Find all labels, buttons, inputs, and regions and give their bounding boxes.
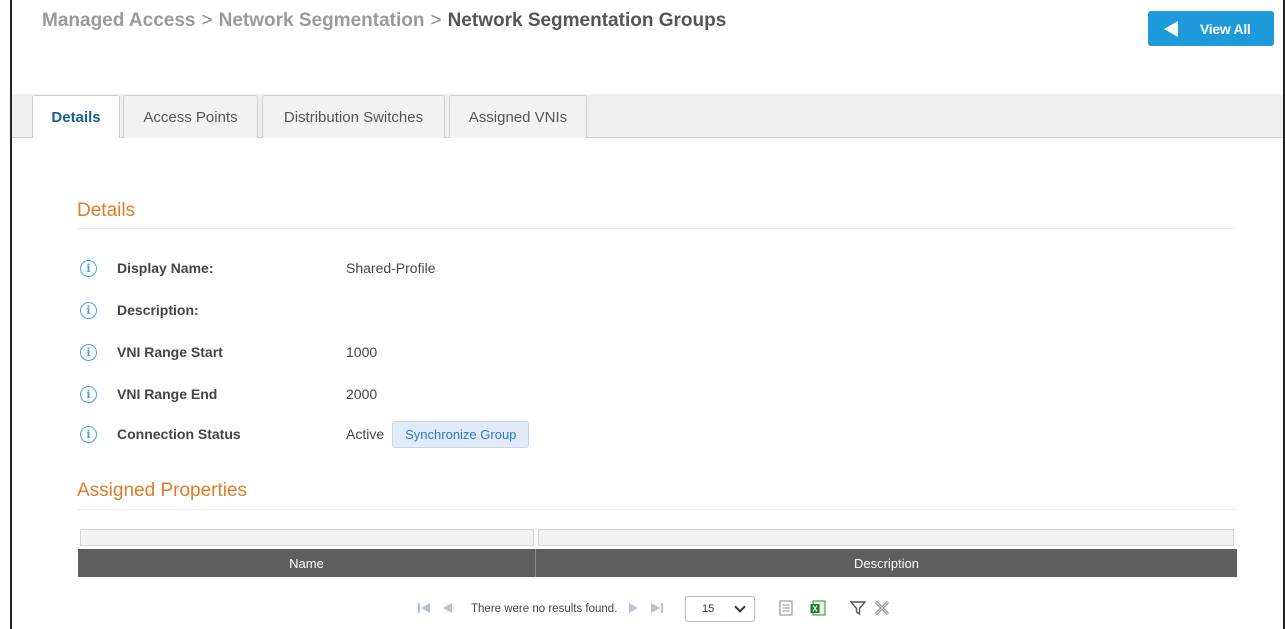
export-excel-icon[interactable]: X — [810, 600, 826, 616]
details-section-title: Details — [77, 200, 136, 221]
main-panel: Managed Access > Network Segmentation > Netw… — [10, 0, 1285, 629]
assigned-properties-title: Assigned Properties — [77, 480, 248, 501]
connection-status-value: Active — [346, 426, 385, 442]
tab-details[interactable]: Details — [32, 95, 120, 139]
field-label: Connection Status — [117, 426, 241, 442]
export-document-icon[interactable] — [779, 600, 793, 616]
breadcrumb-network-segmentation[interactable]: Network Segmentation — [219, 10, 425, 31]
view-all-button[interactable]: View All — [1148, 11, 1274, 46]
info-icon[interactable]: i — [80, 259, 97, 277]
tab-access-points[interactable]: Access Points — [123, 95, 258, 138]
field-vni-range-start: i VNI Range Start 1000 — [80, 342, 377, 362]
field-connection-status: i Connection Status Active Synchronize G… — [80, 420, 530, 448]
field-value-wrap: Active Synchronize Group — [346, 420, 530, 448]
view-all-label: View All — [1200, 20, 1251, 37]
previous-page-icon[interactable] — [440, 601, 454, 615]
next-page-icon[interactable] — [627, 601, 641, 615]
first-page-icon[interactable] — [417, 601, 431, 615]
field-label: Description: — [117, 302, 199, 318]
field-value: 2000 — [346, 386, 378, 402]
back-arrow-icon — [1164, 20, 1178, 37]
svg-text:X: X — [812, 605, 818, 614]
field-description: i Description: — [80, 300, 199, 320]
breadcrumb-separator: > — [201, 10, 213, 31]
description-filter-input[interactable] — [538, 529, 1234, 546]
column-header-name[interactable]: Name — [78, 549, 536, 577]
breadcrumb-separator: > — [430, 10, 442, 31]
last-page-icon[interactable] — [650, 601, 664, 615]
tab-bar: Details Access Points Distribution Switc… — [12, 94, 1283, 139]
field-label: VNI Range Start — [117, 344, 223, 360]
section-divider — [77, 228, 1237, 229]
info-icon[interactable]: i — [80, 425, 97, 443]
field-value: 1000 — [346, 344, 378, 360]
clear-filter-icon[interactable] — [874, 600, 890, 616]
field-label: Display Name: — [117, 260, 214, 276]
column-filter-row — [80, 529, 1235, 546]
breadcrumb-managed-access[interactable]: Managed Access — [42, 10, 195, 31]
page-size-value: 15 — [702, 603, 715, 615]
tab-assigned-vnis[interactable]: Assigned VNIs — [449, 95, 587, 138]
breadcrumb: Managed Access > Network Segmentation > Netw… — [42, 10, 726, 32]
name-filter-input[interactable] — [80, 529, 534, 546]
pagination-bar: There were no results found. 15 X — [12, 593, 1283, 623]
info-icon[interactable]: i — [80, 343, 97, 361]
table-header: Name Description — [78, 549, 1237, 577]
synchronize-group-button[interactable]: Synchronize Group — [392, 420, 530, 448]
field-label: VNI Range End — [117, 386, 218, 402]
no-results-text: There were no results found. — [471, 603, 618, 615]
section-divider — [77, 509, 1237, 510]
info-icon[interactable]: i — [80, 301, 97, 319]
breadcrumb-current: Network Segmentation Groups — [447, 10, 727, 31]
info-icon[interactable]: i — [80, 385, 97, 403]
details-content: Details i Display Name: Shared-Profile i… — [12, 138, 1283, 629]
field-vni-range-end: i VNI Range End 2000 — [80, 384, 377, 404]
page-size-select[interactable]: 15 — [685, 596, 755, 622]
filter-icon[interactable] — [850, 600, 866, 616]
tab-distribution-switches[interactable]: Distribution Switches — [262, 95, 445, 138]
chevron-down-icon — [734, 601, 746, 613]
field-display-name: i Display Name: Shared-Profile — [80, 258, 436, 278]
field-value: Shared-Profile — [346, 260, 436, 276]
column-header-description[interactable]: Description — [536, 549, 1237, 577]
